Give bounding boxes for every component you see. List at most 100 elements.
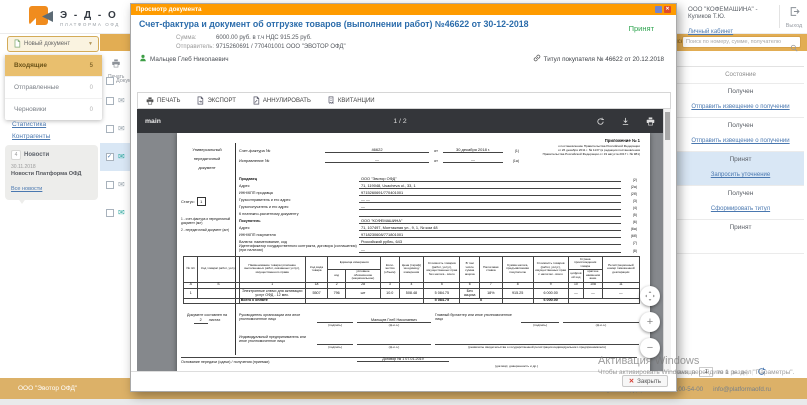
status-row[interactable]: Получен Отправить извещение о получении	[677, 84, 804, 118]
viewer-canvas[interactable]: Универсальныйпередаточныйдокумент Прилож…	[137, 133, 663, 372]
buyer-title-link[interactable]: Титул покупателя № 46622 от 20.12.2018	[533, 54, 664, 64]
scrollbar-thumb[interactable]	[665, 112, 670, 140]
status-action-link[interactable]: Сформировать титул	[711, 206, 770, 212]
select-all-checkbox[interactable]	[106, 77, 114, 85]
status-row[interactable]: Получен Сформировать титул	[677, 186, 804, 220]
sidebar-menu-item[interactable]: Черновики 0	[5, 99, 102, 120]
envelope-icon: ✉	[118, 125, 125, 133]
invoice-status-legend: 1 - счет-фактура и передаточный документ…	[181, 217, 233, 235]
modal-titlebar[interactable]: Просмотр документа ✕	[131, 4, 676, 15]
sidebar-item-label: Входящие	[14, 62, 47, 69]
sum-label: Сумма:	[176, 35, 197, 41]
last-page-button[interactable]: ▶|	[741, 369, 747, 376]
table-cell: 796	[328, 288, 346, 298]
status-row[interactable]: Принят Запросить уточнение	[677, 152, 804, 186]
footer-email[interactable]: info@platformaofd.ru	[713, 386, 771, 393]
list-item[interactable]: ✉	[100, 115, 130, 143]
invoice-field-row: Адрес 71, 119048, Usacheva ul., 33, 1 (2…	[239, 182, 637, 189]
all-news-link[interactable]: Все новости	[11, 186, 42, 192]
table-cell: 508.48	[399, 288, 424, 298]
list-item[interactable]: ✉	[100, 171, 130, 199]
print-button[interactable]: ПЕЧАТЬ	[146, 97, 180, 105]
status-badge: Получен	[680, 190, 801, 197]
document-toolbar: ПЕЧАТЬ ЭКСПОРТ АННУЛИРОВАТЬ КВИТАНЦИИ	[137, 92, 671, 109]
signer-name: Мальцев Глеб Николаевич	[150, 56, 229, 63]
modal-close-button[interactable]: ✕ Закрыть	[622, 375, 668, 387]
invoice-field-row: ИНН/КПП покупателя 9718230608/771801001 …	[239, 231, 637, 238]
invoice-basis-value: Договор № 1 07.01.2019	[357, 357, 449, 362]
sig-head-role: Руководитель организации или иное уполно…	[239, 313, 313, 321]
row-checkbox[interactable]	[106, 181, 114, 189]
viewer-scrollbar[interactable]	[663, 109, 671, 372]
table-cell: шт	[345, 288, 380, 298]
invoice-field-row: К платежно-расчетному документу (5)	[239, 210, 637, 217]
modal-title: Просмотр документа	[136, 6, 202, 13]
app-logo: Э - Д - О ПЛАТФОРМА ОФД	[28, 3, 120, 34]
list-item[interactable]: ✉	[100, 199, 130, 227]
pan-button[interactable]	[640, 286, 660, 306]
list-column-header[interactable]: Документ	[106, 77, 130, 85]
status-action-link[interactable]: Отправить извещение о получении	[691, 138, 789, 144]
status-badge: Принят	[680, 156, 801, 163]
sig-head-name: Мальцев Глеб Николаевич(ф.и.о.)	[357, 313, 431, 328]
news-title: Новости	[24, 152, 49, 158]
list-rows: ✉ ✉ ✉ ✉ ✉	[100, 87, 130, 227]
table-cell: 18%	[479, 288, 502, 298]
sidebar-link-partners[interactable]: Контрагенты	[12, 133, 50, 140]
close-x-icon: ✕	[629, 377, 634, 385]
sidebar-menu-item[interactable]: Отправленные 0	[5, 77, 102, 99]
sig-ip-role: Индивидуальный предприниматель или иное …	[239, 335, 313, 343]
table-cell: 10.0	[380, 288, 399, 298]
row-checkbox[interactable]	[106, 209, 114, 217]
invoice-field-row: Продавец ООО "Эвотор ОФД" (2)	[239, 175, 637, 182]
table-cell: 1	[184, 288, 198, 298]
zoom-out-button[interactable]: −	[640, 338, 660, 358]
status-rows: Получен Отправить извещение о получении …	[677, 84, 804, 254]
popout-icon[interactable]	[655, 6, 662, 13]
logout-button[interactable]: Выход	[784, 4, 804, 29]
list-item[interactable]: ✉	[100, 143, 130, 171]
row-checkbox[interactable]	[106, 97, 114, 105]
status-row[interactable]: Получен Отправить извещение о получении	[677, 118, 804, 152]
next-page-button[interactable]: ▶	[733, 369, 738, 376]
status-action-link[interactable]: Запросить уточнение	[711, 172, 770, 178]
sidebar-menu-item[interactable]: Входящие 5	[5, 55, 102, 77]
page-number-input[interactable]	[699, 367, 713, 377]
export-button[interactable]: ЭКСПОРТ	[196, 96, 235, 105]
sidebar-link-statistics[interactable]: Статистика	[12, 121, 46, 128]
sidebar-item-label: Черновики	[14, 106, 46, 113]
table-cell: —	[602, 288, 639, 298]
sig-accountant-role: Главный бухгалтер или иное уполномоченно…	[435, 313, 517, 321]
footer-company: ООО "Эвотор ОФД"	[18, 385, 77, 392]
status-row[interactable]: Принят	[677, 220, 804, 254]
receipts-button[interactable]: КВИТАНЦИИ	[327, 96, 375, 105]
list-item[interactable]: ✉	[100, 87, 130, 115]
document-title-link[interactable]: Счет-фактура и документ об отгрузке това…	[139, 19, 604, 29]
rotate-icon[interactable]	[596, 117, 605, 126]
zoom-in-button[interactable]: +	[640, 312, 660, 332]
sig-accountant-name: (ф.и.о.)	[563, 313, 639, 328]
document-list: Печать Документ ✉ ✉ ✉ ✉ ✉	[100, 51, 130, 371]
search-icon[interactable]	[790, 39, 798, 57]
table-cell	[198, 288, 239, 298]
new-document-button[interactable]: Новый документ ▼	[7, 36, 99, 52]
row-checkbox[interactable]	[106, 153, 114, 161]
table-cell: —	[584, 288, 603, 298]
modal-footer: ✕ Закрыть	[131, 371, 676, 391]
envelope-icon: ✉	[118, 97, 125, 105]
table-cell: Без акциза	[460, 288, 480, 298]
status-column-header: Состояние	[677, 67, 804, 84]
news-item[interactable]: Новости Платформа ОФД	[11, 171, 92, 177]
status-action-link[interactable]: Отправить извещение о получении	[691, 104, 789, 110]
close-icon[interactable]: ✕	[664, 6, 671, 13]
refresh-icon[interactable]	[757, 367, 766, 378]
sum-value: 6000.00 руб. в т.ч НДС 915.25 руб.	[216, 35, 312, 41]
download-icon[interactable]	[621, 117, 630, 126]
account-link[interactable]: Личный кабинет	[688, 29, 733, 35]
table-cell: 915.25	[502, 288, 533, 298]
logo-title: Э - Д - О	[60, 10, 120, 21]
chevron-down-icon: ▼	[88, 41, 93, 47]
viewer-print-icon[interactable]	[646, 117, 655, 126]
annul-button[interactable]: АННУЛИРОВАТЬ	[252, 96, 311, 105]
row-checkbox[interactable]	[106, 125, 114, 133]
